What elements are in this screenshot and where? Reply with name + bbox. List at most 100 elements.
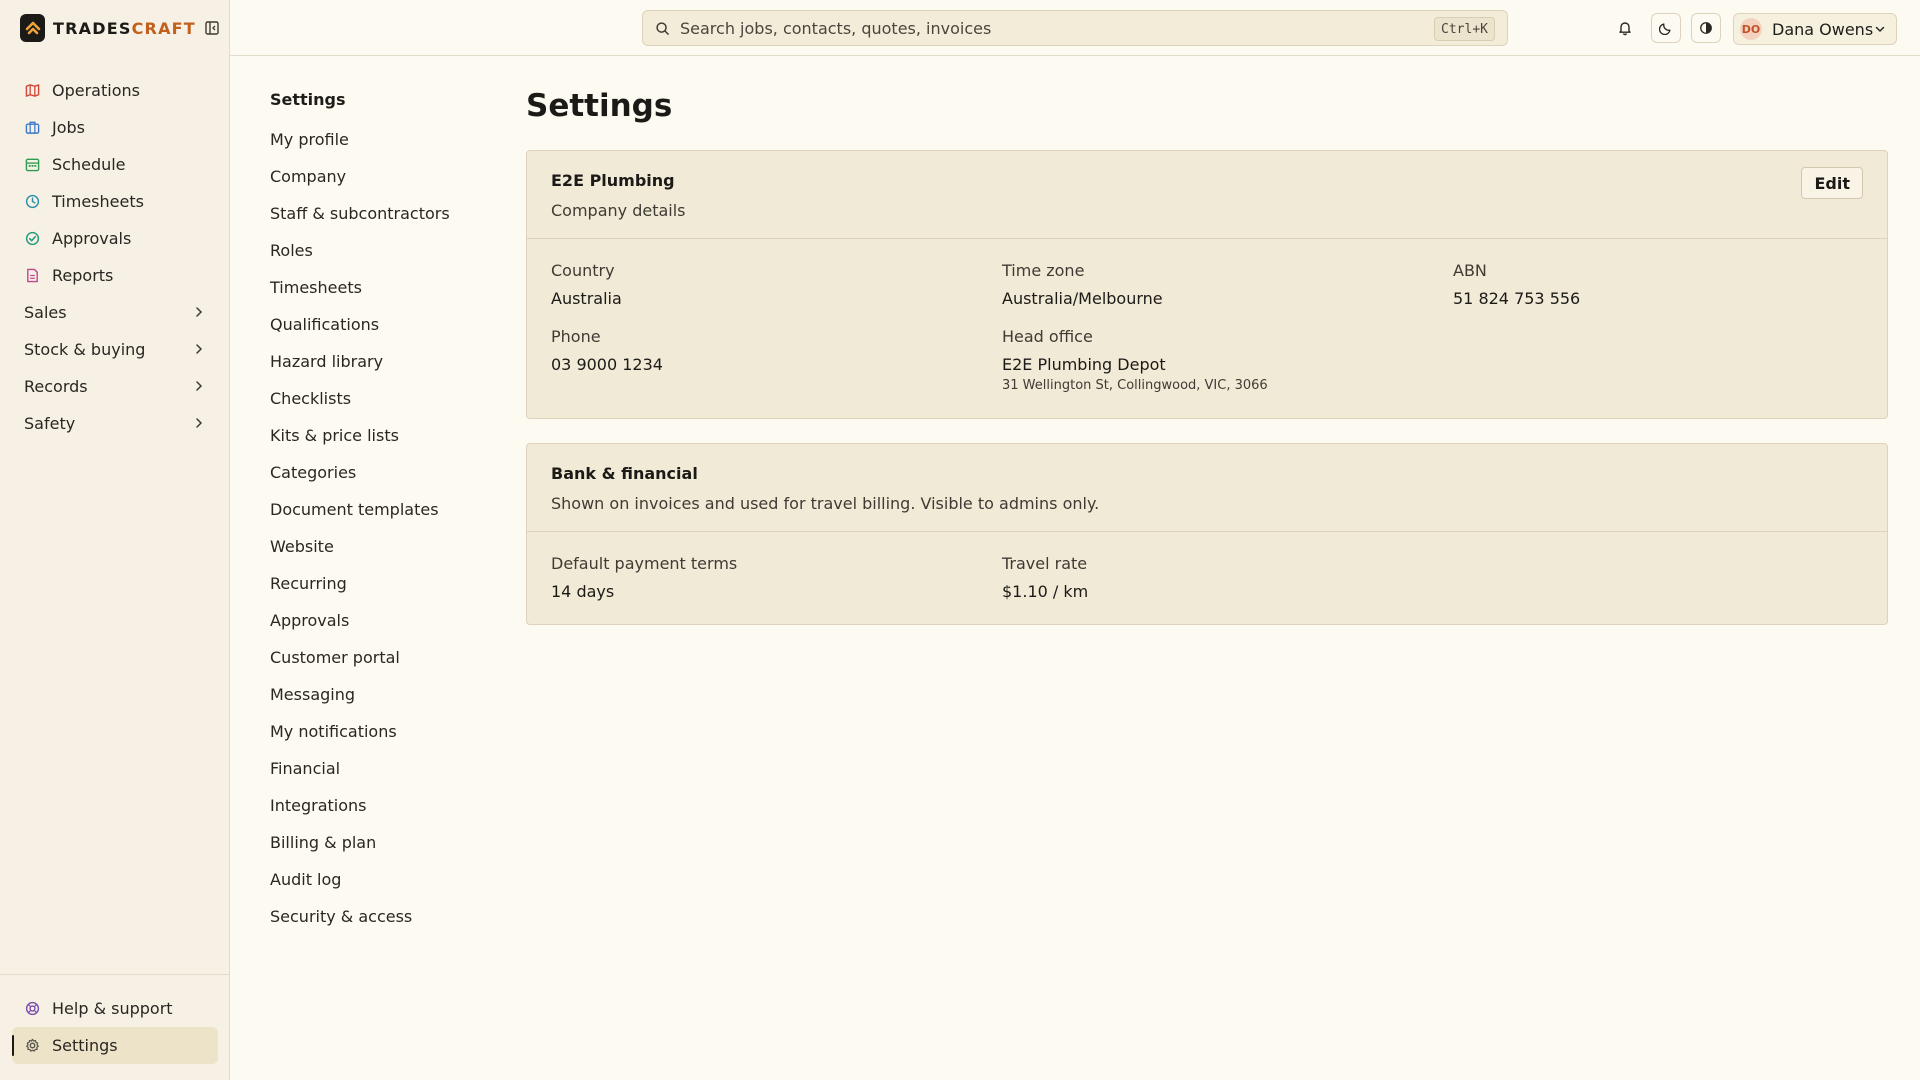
search-icon [656,21,669,35]
abn-field: ABN 51 824 753 556 [1453,261,1580,309]
user-menu[interactable]: DO Dana Owens [1733,13,1897,45]
moon-icon [1659,23,1671,35]
phone-field: Phone 03 9000 1234 [551,327,663,375]
settings-nav-title: Settings [270,90,346,109]
settings-link-categories[interactable]: Categories [270,463,490,500]
settings-link-customer-portal[interactable]: Customer portal [270,648,490,685]
sidebar-group-label: Stock & buying [24,340,146,359]
settings-nav: Settings My profile Company Staff & subc… [270,88,490,944]
sidebar-item-settings[interactable]: Settings [12,1027,218,1064]
logo-icon [20,14,46,42]
main-nav: Operations Jobs Schedule Timesheets Appr… [12,72,218,442]
office-address: 31 Wellington St, Collingwood, VIC, 3066 [1002,378,1268,393]
card-subtitle: Company details [551,201,686,220]
notifications-button[interactable] [1611,14,1639,42]
settings-link-my-profile[interactable]: My profile [270,130,490,167]
settings-link-recurring[interactable]: Recurring [270,574,490,611]
chevron-right-icon [196,344,203,354]
sidebar-item-label: Operations [52,81,140,100]
settings-link-timesheets[interactable]: Timesheets [270,278,490,315]
settings-link-hazard-library[interactable]: Hazard library [270,352,490,389]
edit-button[interactable]: Edit [1801,167,1863,199]
field-label: Country [551,261,615,280]
bank-financial-card: Bank & financial Shown on invoices and u… [526,443,1888,625]
settings-link-my-notifications[interactable]: My notifications [270,722,490,759]
settings-link-roles[interactable]: Roles [270,241,490,278]
check-circle-icon [24,231,40,247]
company-details-card: E2E Plumbing Company details Edit Countr… [526,150,1888,419]
field-value: 14 days [551,582,615,601]
settings-link-staff[interactable]: Staff & subcontractors [270,204,490,241]
sidebar-item-label: Jobs [52,118,85,137]
bell-icon [1619,22,1631,36]
settings-link-website[interactable]: Website [270,537,490,574]
sidebar-divider [0,974,230,975]
sidebar-item-label: Help & support [52,999,173,1018]
field-label: Default payment terms [551,554,738,573]
chevron-right-icon [196,418,203,428]
card-subtitle: Shown on invoices and used for travel bi… [551,494,1100,513]
sidebar-item-operations[interactable]: Operations [12,72,218,109]
field-label: Time zone [1002,261,1085,280]
sidebar-item-jobs[interactable]: Jobs [12,109,218,146]
settings-link-checklists[interactable]: Checklists [270,389,490,426]
field-value: 03 9000 1234 [551,355,663,374]
sidebar-group-records[interactable]: Records [12,368,218,405]
calendar-icon [24,157,40,173]
sidebar-item-label: Timesheets [52,192,144,211]
settings-link-company[interactable]: Company [270,167,490,204]
country-field: Country Australia [551,261,622,309]
lifebuoy-icon [24,1001,40,1017]
theme-toggle-button[interactable] [1651,13,1681,43]
bottom-nav: Help & support Settings [12,990,218,1064]
contrast-toggle-button[interactable] [1691,13,1721,43]
chevron-right-icon [196,381,203,391]
sidebar-item-schedule[interactable]: Schedule [12,146,218,183]
card-title: E2E Plumbing [551,171,675,190]
sidebar-group-sales[interactable]: Sales [12,294,218,331]
settings-link-audit-log[interactable]: Audit log [270,870,490,907]
search-placeholder: Search jobs, contacts, quotes, invoices [680,18,992,38]
report-icon [24,268,40,284]
gear-icon [24,1038,40,1054]
card-header: E2E Plumbing Company details Edit [527,151,1887,239]
search-shortcut: Ctrl+K [1434,17,1495,41]
sidebar-item-help[interactable]: Help & support [12,990,218,1027]
field-label: Head office [1002,327,1093,346]
sidebar-item-approvals[interactable]: Approvals [12,220,218,257]
settings-link-kits[interactable]: Kits & price lists [270,426,490,463]
field-value: E2E Plumbing Depot [1002,355,1166,374]
settings-link-security[interactable]: Security & access [270,907,490,944]
sidebar-item-label: Approvals [52,229,132,248]
sidebar-group-label: Safety [24,414,76,433]
settings-link-qualifications[interactable]: Qualifications [270,315,490,352]
field-value: Australia [551,289,622,308]
page-title: Settings [526,88,673,124]
sidebar-item-reports[interactable]: Reports [12,257,218,294]
sidebar-group-label: Records [24,377,88,396]
settings-link-integrations[interactable]: Integrations [270,796,490,833]
settings-link-document-templates[interactable]: Document templates [270,500,490,537]
search-input[interactable]: Search jobs, contacts, quotes, invoices … [642,10,1508,46]
settings-link-financial[interactable]: Financial [270,759,490,796]
topbar: Search jobs, contacts, quotes, invoices … [230,0,1920,56]
card-title: Bank & financial [551,464,698,483]
brand[interactable]: TRADESCRAFT [20,14,220,42]
sidebar-group-safety[interactable]: Safety [12,405,218,442]
chevron-right-icon [196,307,203,317]
settings-link-billing[interactable]: Billing & plan [270,833,490,870]
field-value: $1.10 / km [1002,582,1089,601]
brand-name-main: TRADES [53,18,132,38]
chevron-down-icon [1875,26,1885,33]
timezone-field: Time zone Australia/Melbourne [1002,261,1163,309]
sidebar-collapse-icon[interactable] [204,19,220,37]
sidebar-group-stock[interactable]: Stock & buying [12,331,218,368]
contrast-icon [1700,22,1712,34]
settings-link-approvals[interactable]: Approvals [270,611,490,648]
payment-terms-field: Default payment terms 14 days [551,554,737,602]
settings-link-messaging[interactable]: Messaging [270,685,490,722]
map-icon [24,83,40,99]
sidebar-item-timesheets[interactable]: Timesheets [12,183,218,220]
travel-rate-field: Travel rate $1.10 / km [1002,554,1088,602]
avatar: DO [1740,18,1762,40]
